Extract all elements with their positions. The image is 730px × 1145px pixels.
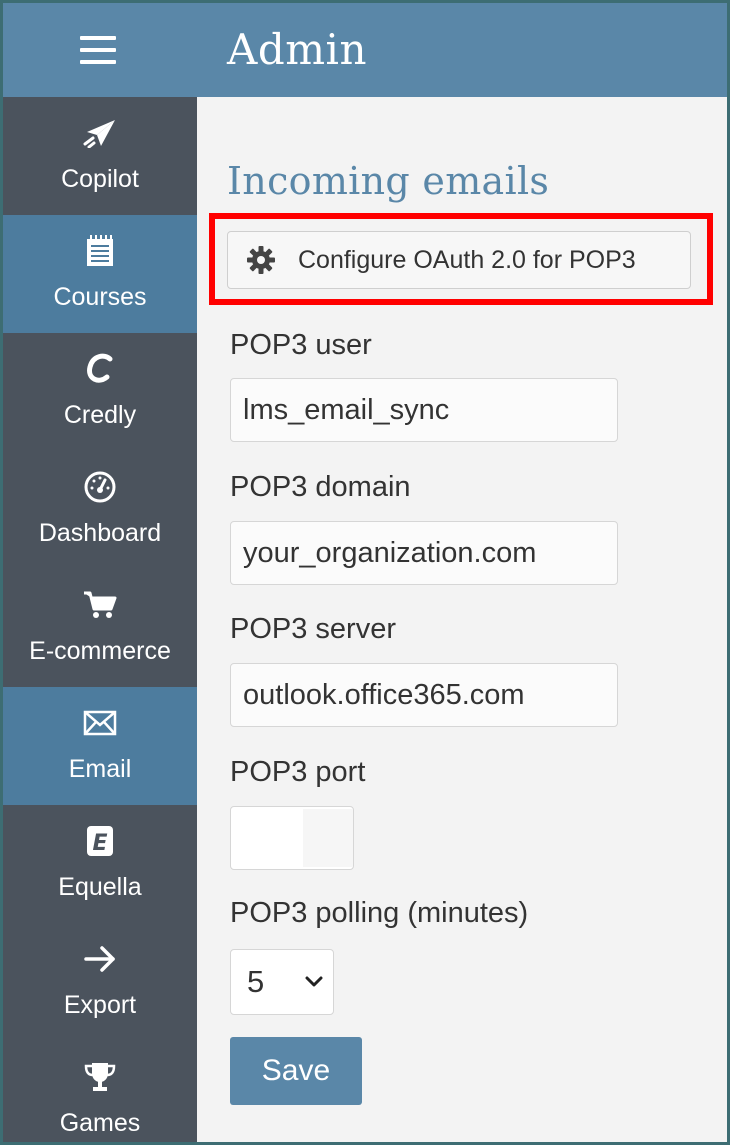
shopping-cart-icon [3,587,197,623]
sidebar-item-label: Courses [53,283,147,311]
pop3-polling-select[interactable]: 5 [230,949,334,1015]
sidebar-item-equella[interactable]: E Equella [3,805,197,923]
admin-window: Admin Copilot Courses Credly Dashboard E… [0,0,730,1145]
envelope-icon [3,705,197,741]
equella-logo-icon: E [3,823,197,859]
pop3-domain-label: POP3 domain [230,471,411,503]
sidebar-item-label: Copilot [61,165,139,193]
sidebar: Copilot Courses Credly Dashboard E-comme… [3,97,197,1142]
sidebar-item-credly[interactable]: Credly [3,333,197,451]
trophy-icon [3,1059,197,1095]
pop3-server-label: POP3 server [230,613,396,645]
configure-oauth-button[interactable]: Configure OAuth 2.0 for POP3 [227,231,691,289]
sidebar-item-email[interactable]: Email [3,687,197,805]
speedometer-icon [3,469,197,505]
main-content: Incoming emails Configure OAuth 2.0 for … [197,97,727,1142]
sidebar-item-label: E-commerce [29,637,171,665]
sidebar-item-label: Credly [63,401,137,429]
gear-icon [247,246,275,274]
page-title: Incoming emails [227,159,550,203]
sidebar-item-label: Equella [58,873,142,901]
svg-text:E: E [92,831,107,856]
save-button[interactable]: Save [230,1037,362,1105]
hamburger-menu-icon[interactable] [80,34,118,68]
sidebar-item-e-commerce[interactable]: E-commerce [3,569,197,687]
sidebar-item-dashboard[interactable]: Dashboard [3,451,197,569]
sidebar-item-courses[interactable]: Courses [3,215,197,333]
credly-logo-icon [3,351,197,387]
pop3-domain-input[interactable] [230,521,618,585]
sidebar-item-label: Games [59,1109,141,1137]
configure-oauth-label: Configure OAuth 2.0 for POP3 [298,245,636,274]
page-header-title: Admin [227,25,368,74]
pop3-polling-label: POP3 polling (minutes) [230,897,529,929]
sidebar-item-label: Email [68,755,132,783]
pop3-user-input[interactable] [230,378,618,442]
chevron-down-icon [305,976,323,987]
arrow-right-icon [3,941,197,977]
app-header: Admin [3,3,727,97]
pop3-polling-value: 5 [247,964,265,999]
sidebar-item-copilot[interactable]: Copilot [3,97,197,215]
pop3-port-label: POP3 port [230,756,366,788]
pop3-server-input[interactable] [230,663,618,727]
sidebar-item-export[interactable]: Export [3,923,197,1041]
pop3-port-input[interactable] [230,806,354,870]
sidebar-item-label: Dashboard [38,519,162,547]
notebook-icon [3,233,197,269]
paper-plane-icon [3,115,197,151]
sidebar-item-games[interactable]: Games [3,1041,197,1142]
sidebar-item-label: Export [63,991,137,1019]
pop3-user-label: POP3 user [230,329,372,361]
